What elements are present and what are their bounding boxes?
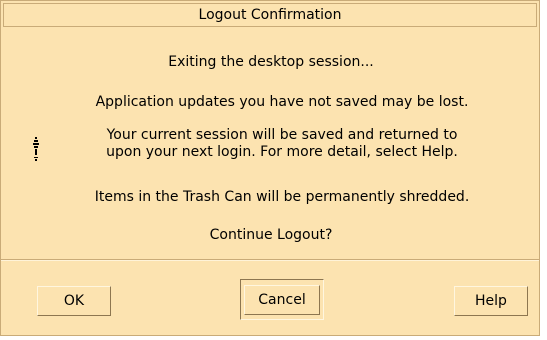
unsaved-warning-message: Application updates you have not saved m… [95, 94, 469, 110]
help-button[interactable]: Help [454, 286, 528, 316]
session-info-line-1: Your current session will be saved and r… [106, 127, 458, 143]
session-info-line-2: upon your next login. For more detail, s… [106, 144, 458, 160]
continue-question: Continue Logout? [209, 227, 333, 243]
cancel-button[interactable]: Cancel [244, 285, 320, 315]
button-area-divider [1, 259, 539, 261]
exiting-message: Exiting the desktop session... [168, 54, 374, 70]
dialog-title: Logout Confirmation [3, 3, 537, 27]
logout-dialog: Logout Confirmation Exiting the desktop … [0, 0, 540, 336]
trash-warning-message: Items in the Trash Can will be permanent… [94, 189, 470, 205]
session-info-message: Your current session will be saved and r… [27, 127, 537, 161]
ok-button[interactable]: OK [37, 286, 111, 316]
